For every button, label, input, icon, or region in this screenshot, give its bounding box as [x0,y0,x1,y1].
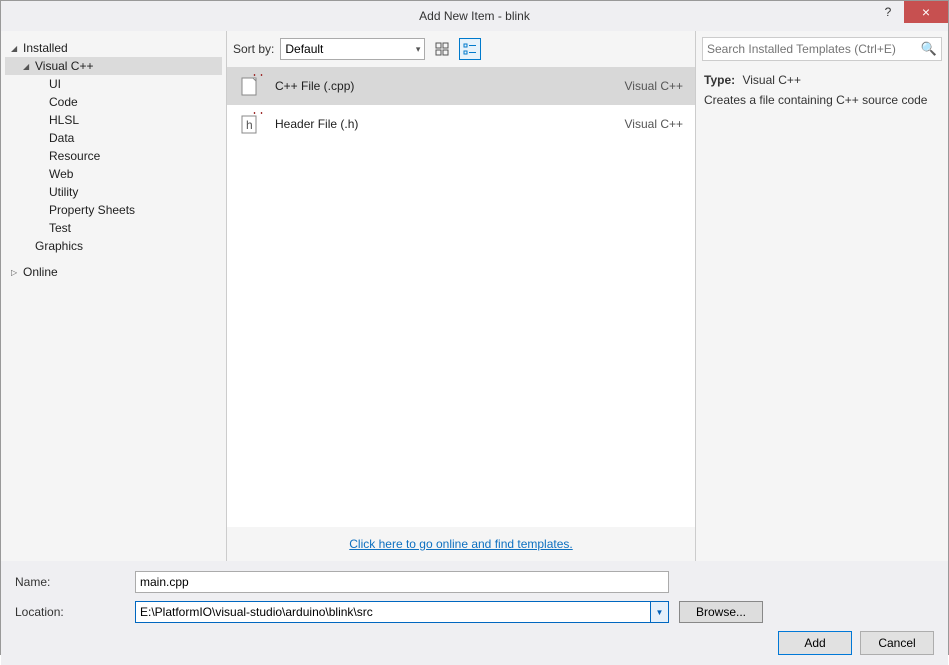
svg-text:++: ++ [251,74,263,80]
svg-text:h: h [246,118,253,132]
tree-label: Test [49,221,71,235]
action-row: Add Cancel [15,631,934,655]
template-lang: Visual C++ [625,79,683,93]
location-dropdown-button[interactable]: ▼ [651,601,669,623]
window-controls: ? × [872,1,948,23]
tree-item-test[interactable]: Test [5,219,222,237]
type-description: Creates a file containing C++ source cod… [704,93,940,107]
type-value: Visual C++ [742,73,800,87]
cancel-button[interactable]: Cancel [860,631,934,655]
sidebar: Installed Visual C++ UI Code HLSL Data R… [1,31,226,561]
tree-item-visual-cpp[interactable]: Visual C++ [5,57,222,75]
titlebar: Add New Item - blink ? × [1,1,948,31]
template-item-header-file[interactable]: h++ Header File (.h) Visual C++ [227,105,695,143]
cpp-file-icon: ++ [239,74,263,98]
tree-label: Data [49,131,74,145]
sort-by-label: Sort by: [233,42,274,56]
tree-item-hlsl[interactable]: HLSL [5,111,222,129]
template-list: ++ C++ File (.cpp) Visual C++ h++ Header… [227,67,695,527]
sort-by-select[interactable]: Default ▾ [280,38,425,60]
search-input[interactable] [707,42,921,56]
help-button[interactable]: ? [872,1,904,23]
chevron-right-icon [11,267,21,278]
template-name: Header File (.h) [275,117,613,131]
tree-label: HLSL [49,113,79,127]
tree-item-data[interactable]: Data [5,129,222,147]
tree-item-code[interactable]: Code [5,93,222,111]
close-button[interactable]: × [904,1,948,23]
tree-label: Graphics [35,239,83,253]
chevron-down-icon: ▼ [656,608,664,617]
center-panel: Sort by: Default ▾ ++ C++ File (.cpp) Vi… [226,31,696,561]
name-row: Name: [15,571,934,593]
chevron-down-icon [11,43,21,54]
center-footer: Click here to go online and find templat… [227,527,695,561]
tree-item-resource[interactable]: Resource [5,147,222,165]
location-row: Location: ▼ Browse... [15,601,934,623]
window-title: Add New Item - blink [1,9,948,23]
template-lang: Visual C++ [625,117,683,131]
tree-label: Property Sheets [49,203,135,217]
name-input[interactable] [135,571,669,593]
right-panel: 🔍 Type: Visual C++ Creates a file contai… [696,31,948,561]
sort-value: Default [285,42,323,56]
view-small-icons-button[interactable] [459,38,481,60]
grid-icon [435,42,449,56]
chevron-down-icon [23,61,33,72]
svg-text:++: ++ [251,112,263,118]
location-input[interactable] [135,601,651,623]
tree-item-utility[interactable]: Utility [5,183,222,201]
search-icon: 🔍 [921,41,937,57]
tree-item-installed[interactable]: Installed [5,39,222,57]
toolbar: Sort by: Default ▾ [227,31,695,67]
header-file-icon: h++ [239,112,263,136]
name-label: Name: [15,575,135,589]
browse-button[interactable]: Browse... [679,601,763,623]
tree-item-online[interactable]: Online [5,263,222,281]
tree-label: Installed [23,41,68,55]
add-button[interactable]: Add [778,631,852,655]
tree-item-ui[interactable]: UI [5,75,222,93]
tree-label: Online [23,265,58,279]
chevron-down-icon: ▾ [416,44,421,55]
list-icon [463,42,477,56]
tree-label: Resource [49,149,100,163]
tree-item-graphics[interactable]: Graphics [5,237,222,255]
bottom-area: Name: Location: ▼ Browse... Add Cancel [1,561,948,665]
main-body: Installed Visual C++ UI Code HLSL Data R… [1,31,948,561]
template-item-cpp-file[interactable]: ++ C++ File (.cpp) Visual C++ [227,67,695,105]
tree-item-property-sheets[interactable]: Property Sheets [5,201,222,219]
tree-label: Utility [49,185,78,199]
search-box[interactable]: 🔍 [702,37,942,61]
location-label: Location: [15,605,135,619]
view-medium-icons-button[interactable] [431,38,453,60]
info-block: Type: Visual C++ Creates a file containi… [702,71,942,109]
tree-label: Web [49,167,73,181]
tree-label: UI [49,77,61,91]
tree-label: Visual C++ [35,59,93,73]
online-templates-link[interactable]: Click here to go online and find templat… [349,537,572,551]
type-label: Type: [704,73,735,87]
tree-label: Code [49,95,78,109]
template-name: C++ File (.cpp) [275,79,613,93]
tree-item-web[interactable]: Web [5,165,222,183]
